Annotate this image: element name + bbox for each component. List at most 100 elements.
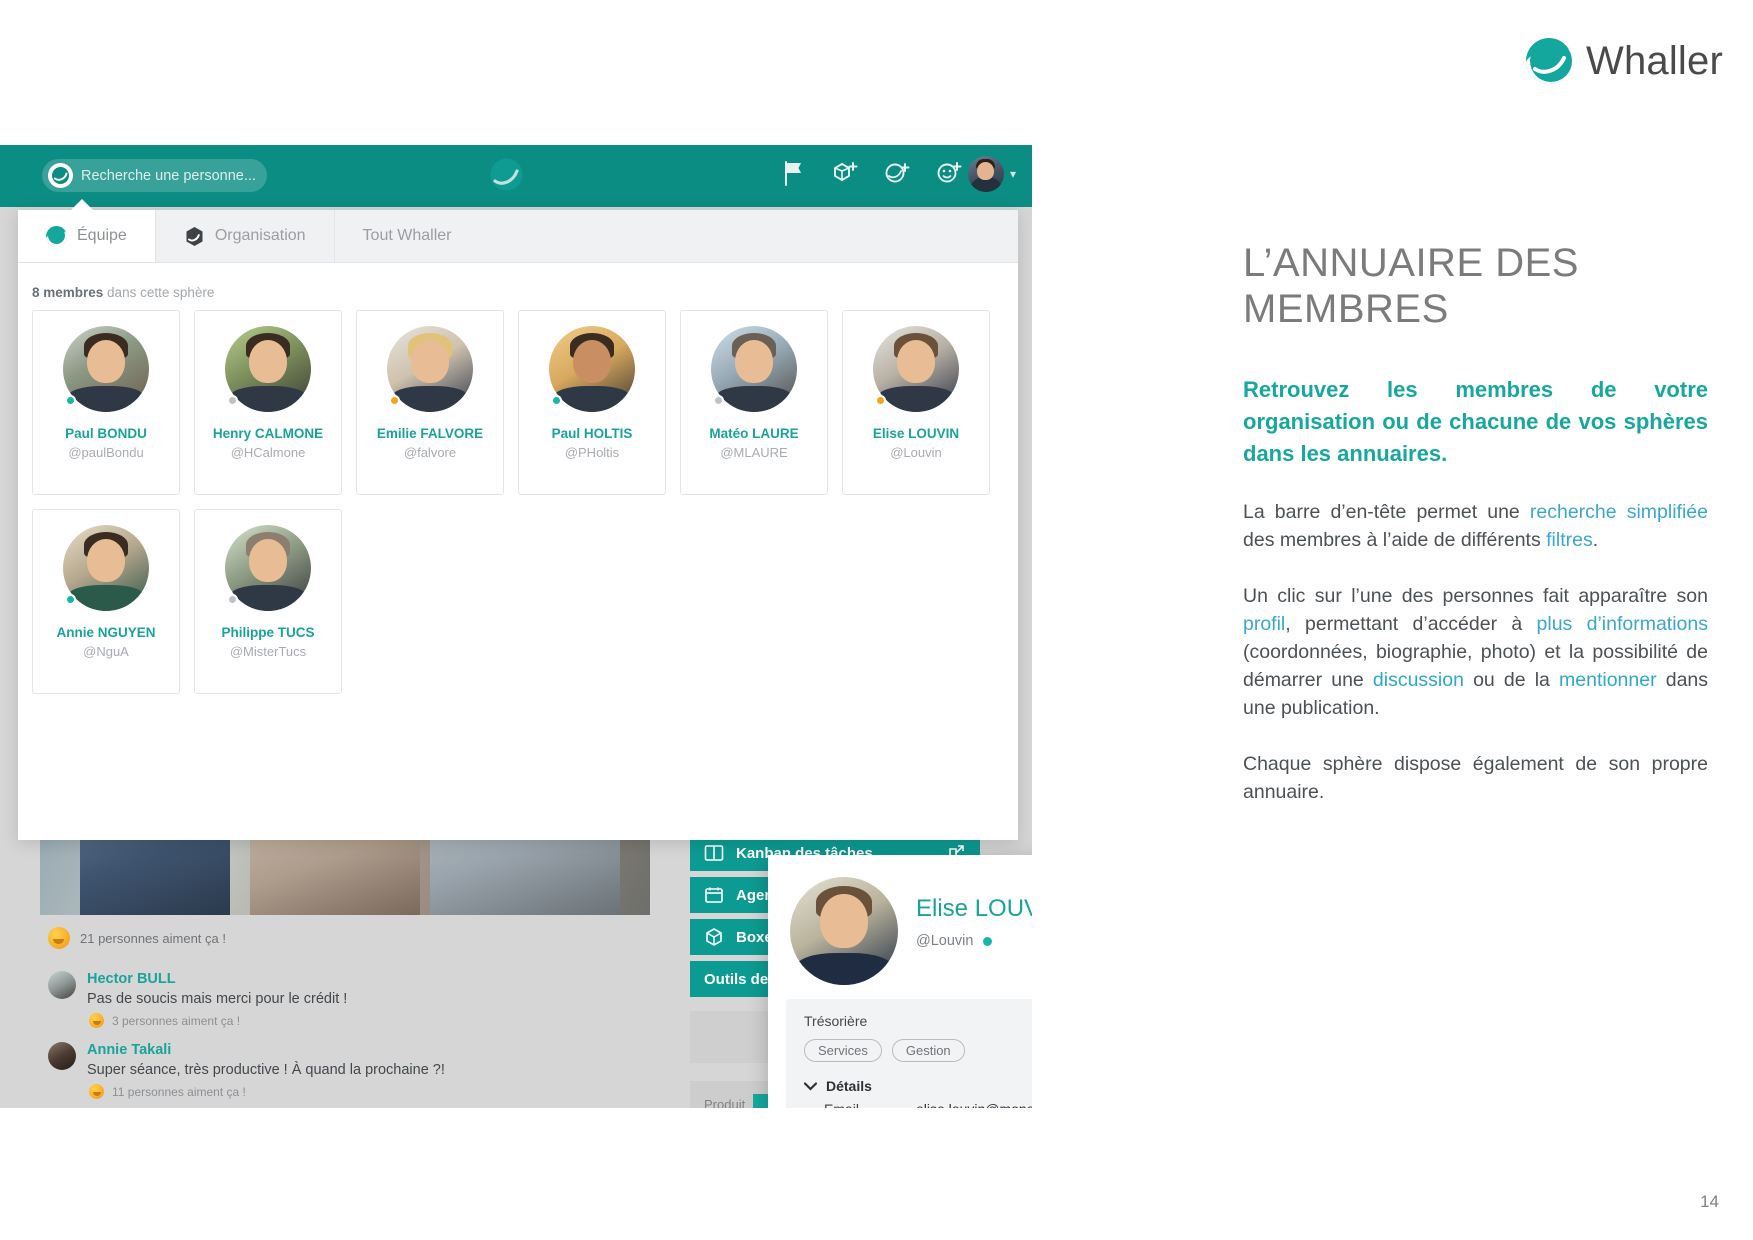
comment-likes: 3 personnes aiment ça ! [87,1013,642,1028]
member-handle: @HCalmone [230,445,306,460]
member-handle: @Louvin [890,445,942,460]
profile-popup: Elise LOUVIN @Louvin Trésorière Services… [768,855,1032,1108]
status-dot [65,594,76,605]
members-count-strong: 8 membres [32,285,104,300]
status-dot [551,395,562,406]
p1-a: La barre d’en-tête permet une [1243,500,1530,523]
post-likes-count: 21 personnes aiment ça ! [80,930,226,946]
add-member-icon[interactable] [934,158,964,188]
status-dot [227,594,238,605]
member-card[interactable]: Matéo LAURE @MLAURE [680,310,828,495]
tag-services[interactable]: Services [804,1039,882,1062]
member-card[interactable]: Paul HOLTIS @PHoltis [518,310,666,495]
stat-label: Produit [704,1097,746,1108]
p1-c: . [1592,528,1599,551]
link-filtres[interactable]: filtres [1546,529,1593,551]
avatar-wrap [387,326,473,412]
members-count-rest: dans cette sphère [103,285,215,300]
search-input[interactable]: Recherche une personne... [42,159,267,192]
tag-gestion[interactable]: Gestion [891,1039,965,1062]
tab-equipe[interactable]: Équipe [18,210,156,262]
directory-tabs: Équipe Organisation Tout Whaller [18,210,1018,263]
link-mentionner[interactable]: mentionner [1559,669,1657,691]
profile-handle-row: @Louvin [916,933,1032,949]
member-handle: @NguA [83,644,129,659]
comment-author[interactable]: Hector BULL [87,971,642,987]
member-name: Annie NGUYEN [56,625,156,640]
members-grid: Paul BONDU @paulBondu Henry CALMONE @HCa… [18,310,1018,694]
comment-text: Super séance, très productive ! À quand … [87,1062,445,1078]
comment-author[interactable]: Annie Takali [87,1042,642,1058]
member-handle: @MisterTucs [229,644,307,659]
member-name: Matéo LAURE [709,426,799,441]
paragraph-search: La barre d’en-tête permet une recherche … [1243,498,1708,554]
comment-item: Hector BULL Pas de soucis mais merci pou… [40,961,650,1032]
avatar [967,156,1004,192]
profile-role: Trésorière [804,1013,868,1029]
details-toggle[interactable]: Détails [804,1078,1032,1094]
comment-item: Hector BULL +1 Annie ! [40,1103,650,1108]
link-profil[interactable]: profil [1243,613,1285,635]
member-card[interactable]: Annie NGUYEN @NguA [32,509,180,694]
status-dot [983,936,993,946]
tab-organisation[interactable]: Organisation [156,210,335,262]
members-directory-panel: Équipe Organisation Tout Whaller 8 membr… [18,199,1018,840]
link-plus-dinformations[interactable]: plus d’informations [1537,613,1708,635]
member-card[interactable]: Henry CALMONE @HCalmone [194,310,342,495]
avatar-wrap [225,525,311,611]
status-dot [65,395,76,406]
tab-label: Équipe [77,227,127,244]
status-dot [389,395,400,406]
profile-tags: Services Gestion [804,1039,1032,1062]
detail-value[interactable]: elise.louvin@monorganisation.fr [916,1101,1032,1108]
status-dot [713,395,724,406]
member-card[interactable]: Elise LOUVIN @Louvin [842,310,990,495]
add-circle-icon[interactable] [882,158,912,188]
p2-a: Un clic sur l’une des personnes fait app… [1243,584,1708,607]
app-screenshot: 21 personnes aiment ça ! Hector BULL Pas… [0,145,1032,1108]
whaller-logo-icon [490,158,523,191]
profile-name: Elise LOUVIN [916,895,1032,922]
avatar [790,877,898,985]
member-name: Elise LOUVIN [872,426,960,441]
detail-row-email: Email elise.louvin@monorganisation.fr [804,1101,1032,1108]
box-icon [706,928,722,946]
header-icon-group [778,158,964,188]
smiley-reaction-icon [48,927,70,949]
avatar-wrap [711,326,797,412]
link-recherche-simplifiee[interactable]: recherche simplifiée [1530,501,1708,523]
comment-text: Pas de soucis mais merci pour le crédit … [87,991,348,1007]
members-count: 8 membres dans cette sphère [18,263,1018,310]
status-dot [875,395,886,406]
comment-item: Annie Takali Super séance, très producti… [40,1032,650,1103]
user-menu[interactable]: ▾ [967,156,1016,192]
flag-icon[interactable] [778,158,808,188]
copy-column: L’ANNUAIRE DES MEMBRES Retrouvez les mem… [1243,240,1708,806]
tab-tout-whaller[interactable]: Tout Whaller [335,210,480,262]
p2-b: , permettant d’accéder à [1285,612,1537,635]
app-header: Recherche une personne... ▾ [0,145,1032,207]
avatar-wrap [63,326,149,412]
chevron-down-icon[interactable]: ▾ [1010,167,1016,181]
profile-handle: @Louvin [916,933,974,949]
add-sphere-icon[interactable] [830,158,860,188]
avatar-wrap [873,326,959,412]
chevron-down-icon [804,1081,817,1091]
member-card[interactable]: Philippe TUCS @MisterTucs [194,509,342,694]
tab-label: Tout Whaller [362,227,452,244]
member-name: Emilie FALVORE [376,426,484,441]
comment-likes: 11 personnes aiment ça ! [87,1084,642,1099]
member-handle: @falvore [403,445,457,460]
page-title: L’ANNUAIRE DES MEMBRES [1243,241,1579,331]
kanban-icon [704,845,724,861]
details-label: Détails [826,1078,872,1094]
link-discussion[interactable]: discussion [1373,669,1464,691]
member-card[interactable]: Paul BONDU @paulBondu [32,310,180,495]
search-placeholder: Recherche une personne... [81,167,256,184]
member-card[interactable]: Emilie FALVORE @falvore [356,310,504,495]
comment-likes-count: 11 personnes aiment ça ! [112,1084,246,1099]
paragraph-sphere: Chaque sphère dispose également de son p… [1243,753,1708,804]
profile-details-box: Trésorière Services Gestion Détails Emai… [786,999,1032,1108]
status-dot [227,395,238,406]
brand-logo: Whaller [1526,38,1723,84]
